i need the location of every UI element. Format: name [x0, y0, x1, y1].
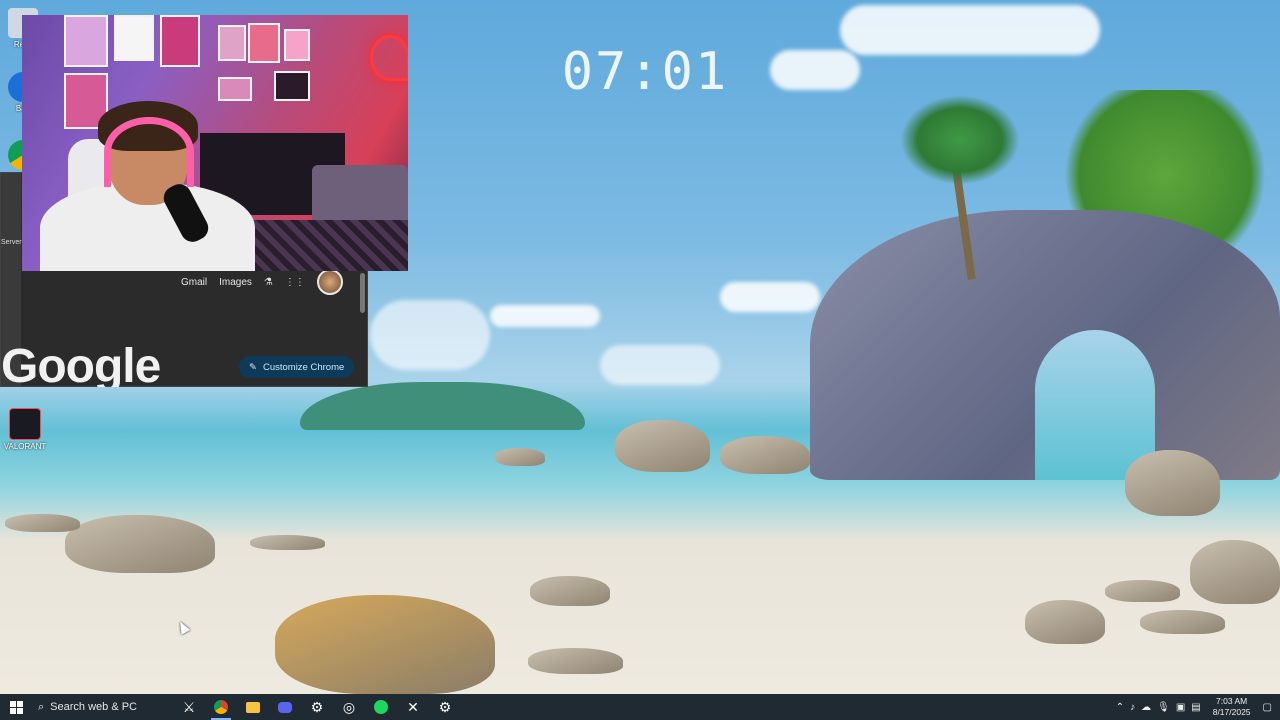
cloud [770, 50, 860, 90]
microphone-icon[interactable]: 🎙 [1157, 702, 1170, 713]
cloud [720, 282, 820, 312]
rock [1190, 540, 1280, 604]
chrome-icon[interactable] [205, 694, 237, 720]
obs-icon[interactable]: ◎ [333, 694, 365, 720]
camera-icon[interactable]: ▣ [1176, 702, 1185, 713]
folder-shape [246, 701, 260, 713]
avatar[interactable] [316, 269, 343, 295]
rock [720, 436, 810, 474]
mouse-cursor-icon [175, 619, 191, 635]
images-link[interactable]: Images [219, 277, 252, 288]
customize-chrome-button[interactable]: ✎ Customize Chrome [239, 356, 355, 378]
wall-poster [64, 15, 108, 67]
taskbar-time: 7:03 AM [1216, 696, 1248, 706]
rock [530, 576, 610, 606]
system-tray: ⌃ ♪ ☁ 🎙 ▣ ▤ 7:03 AM 8/17/2025 ▢ [1116, 696, 1280, 718]
rock [495, 448, 545, 466]
rock [5, 514, 80, 532]
game-app-icon[interactable]: ⚔ [173, 694, 205, 720]
capcut-icon[interactable]: ✕ [397, 694, 429, 720]
windows-logo-icon [9, 700, 23, 714]
volume-icon[interactable]: ♪ [1130, 702, 1135, 713]
apps-grid-icon[interactable]: ⋮⋮ [285, 277, 305, 288]
rock [275, 595, 495, 694]
customize-label: Customize Chrome [262, 361, 345, 373]
taskbar: ⌕ Search web & PC ⚔ ⚙ ◎ ✕ ⚙ ⌃ ♪ ☁ 🎙 ▣ ▤ … [0, 694, 1280, 720]
notifications-icon[interactable]: ▢ [1263, 702, 1272, 713]
chevron-up-icon[interactable]: ⌃ [1116, 702, 1124, 713]
pencil-icon: ✎ [249, 361, 257, 373]
rock [250, 535, 325, 550]
wall-poster [284, 29, 310, 61]
chrome-logo [214, 700, 228, 714]
rock [65, 515, 215, 573]
rock [1025, 600, 1105, 644]
clock-widget: 07:01 [561, 42, 729, 102]
cloud [490, 305, 600, 327]
settings-icon[interactable]: ⚙ [429, 694, 461, 720]
rock [615, 420, 710, 472]
cloud [370, 300, 490, 370]
rock [1125, 450, 1220, 516]
headphones [104, 117, 194, 187]
taskbar-search[interactable]: ⌕ Search web & PC [32, 694, 173, 720]
search-icon: ⌕ [38, 700, 45, 713]
network-icon[interactable]: ▤ [1191, 702, 1200, 713]
gmail-link[interactable]: Gmail [181, 277, 207, 288]
cloud-icon[interactable]: ☁ [1141, 702, 1151, 713]
rock [528, 648, 623, 674]
desktop-icon-label: VALORANT [3, 442, 47, 451]
rock [1105, 580, 1180, 602]
cloud [840, 5, 1100, 55]
wall-poster [248, 23, 280, 63]
start-button[interactable] [0, 694, 32, 720]
taskbar-date: 8/17/2025 [1212, 707, 1251, 717]
file-explorer-icon[interactable] [237, 694, 269, 720]
valorant-icon [9, 408, 41, 440]
wall-poster [218, 25, 246, 61]
scrollbar[interactable] [360, 273, 365, 313]
discord-icon[interactable] [269, 694, 301, 720]
search-placeholder: Search web & PC [50, 701, 137, 713]
cloud [600, 345, 720, 385]
wall-poster [218, 77, 252, 101]
flask-icon[interactable]: ⚗ [264, 277, 273, 288]
discord-shape [278, 701, 292, 713]
taskbar-clock[interactable]: 7:03 AM 8/17/2025 [1207, 696, 1257, 718]
desktop-icon-label-server: Server [1, 239, 22, 246]
wall-poster [274, 71, 310, 101]
island [300, 382, 585, 430]
wall-poster [160, 15, 200, 67]
spotify-icon[interactable] [365, 694, 397, 720]
webcam-overlay [22, 15, 408, 271]
rock [1140, 610, 1225, 634]
steam-icon[interactable]: ⚙ [301, 694, 333, 720]
palm-tree-leaves [900, 95, 1020, 185]
google-top-links: Gmail Images ⚗ ⋮⋮ [181, 269, 343, 295]
wall-poster [114, 15, 154, 61]
google-logo: Google [1, 343, 161, 387]
desktop-icon-valorant[interactable]: VALORANT [3, 408, 47, 451]
spotify-shape [374, 700, 388, 714]
desktop-wallpaper: 07:01 Recy Batt VALORANT Server Gmail Im… [0, 0, 1280, 694]
neon-light [370, 35, 408, 81]
